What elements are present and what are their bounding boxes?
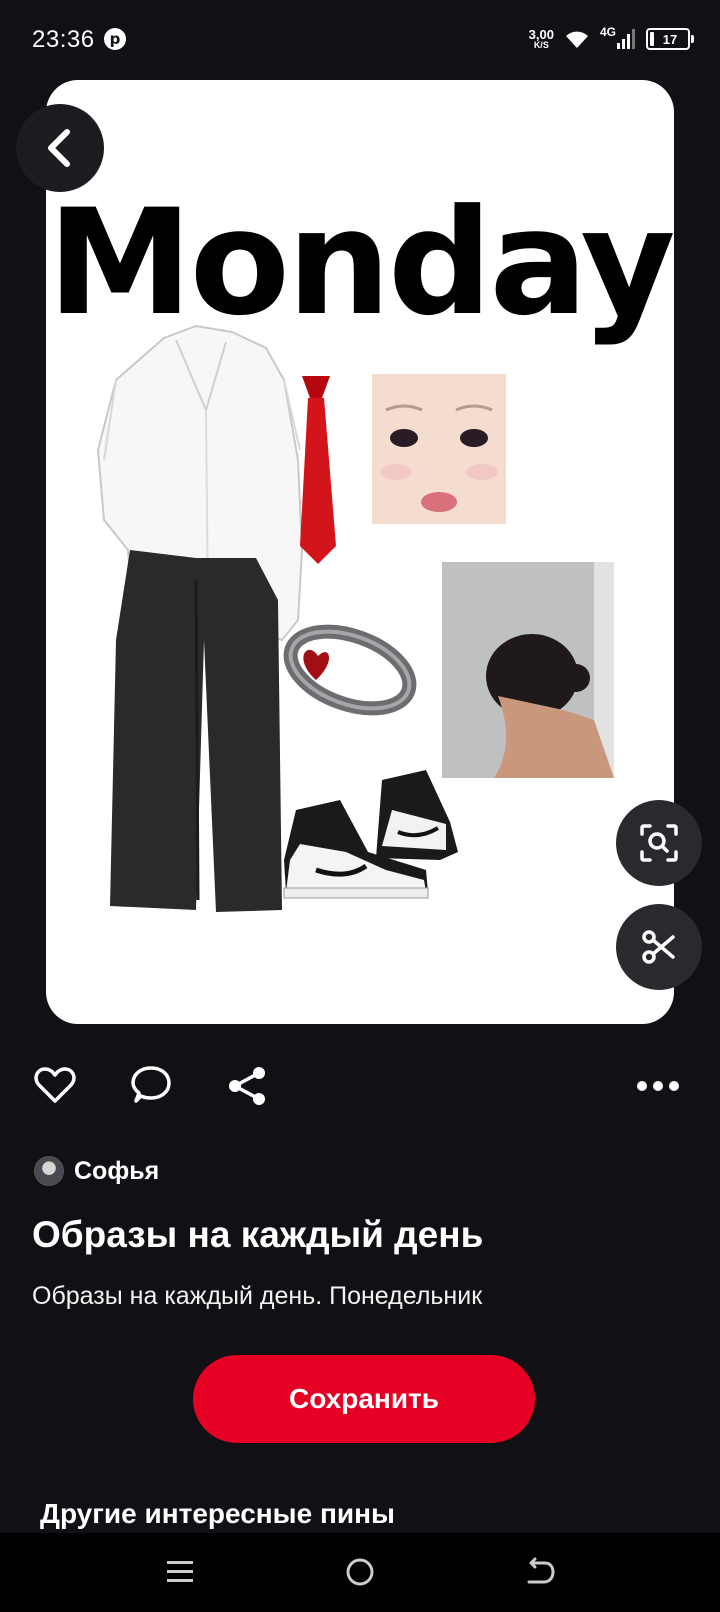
hairstyle-photo-image xyxy=(442,562,614,778)
ellipsis-icon xyxy=(637,1081,679,1091)
save-button[interactable]: Сохранить xyxy=(193,1355,535,1443)
network-speed-unit: K/S xyxy=(533,40,549,50)
menu-icon xyxy=(167,1561,193,1582)
wifi-icon xyxy=(565,31,588,48)
author[interactable]: Софья xyxy=(34,1156,159,1186)
black-trousers-image xyxy=(110,550,282,912)
chevron-left-icon xyxy=(48,129,70,167)
pin-image-title: Monday xyxy=(47,178,674,348)
battery-indicator: 17 xyxy=(646,28,694,50)
status-bar: 23:36 p 3,00 K/S 4G 17 xyxy=(0,0,720,80)
visual-search-button[interactable] xyxy=(616,800,702,886)
home-circle-icon xyxy=(346,1558,374,1586)
scissors-icon xyxy=(642,930,675,964)
cutout-button[interactable] xyxy=(616,904,702,990)
pin-image[interactable]: Monday xyxy=(46,80,674,1024)
pinterest-notification-icon: p xyxy=(104,28,126,50)
system-back-button[interactable] xyxy=(510,1547,570,1597)
back-button[interactable] xyxy=(16,104,104,192)
author-name[interactable]: Софья xyxy=(74,1157,159,1186)
avatar[interactable] xyxy=(34,1156,64,1186)
back-arrow-icon xyxy=(527,1557,555,1584)
network-speed: 3,00 K/S xyxy=(529,28,554,50)
more-pins-heading: Другие интересные пины xyxy=(40,1498,395,1529)
heart-ring-image xyxy=(283,624,417,716)
lens-icon xyxy=(640,824,678,862)
network-type: 4G xyxy=(599,25,616,39)
comment-icon xyxy=(131,1066,171,1103)
pin-description: Образы на каждый день. Понедельник xyxy=(32,1282,483,1310)
heart-icon xyxy=(34,1067,76,1103)
like-button[interactable] xyxy=(34,1065,76,1105)
recent-apps-button[interactable] xyxy=(150,1547,210,1597)
share-icon xyxy=(229,1067,265,1105)
makeup-face-image xyxy=(372,374,506,524)
home-button[interactable] xyxy=(330,1547,390,1597)
red-tie-image xyxy=(300,376,336,564)
signal-icon xyxy=(617,29,635,49)
share-button[interactable] xyxy=(226,1065,268,1107)
more-options-button[interactable] xyxy=(636,1080,680,1092)
status-time: 23:36 xyxy=(32,26,95,53)
comment-button[interactable] xyxy=(130,1065,172,1105)
pin-title: Образы на каждый день xyxy=(32,1214,484,1255)
sneakers-image xyxy=(283,770,458,899)
system-navigation-bar xyxy=(0,1533,720,1612)
battery-level: 17 xyxy=(662,31,678,47)
